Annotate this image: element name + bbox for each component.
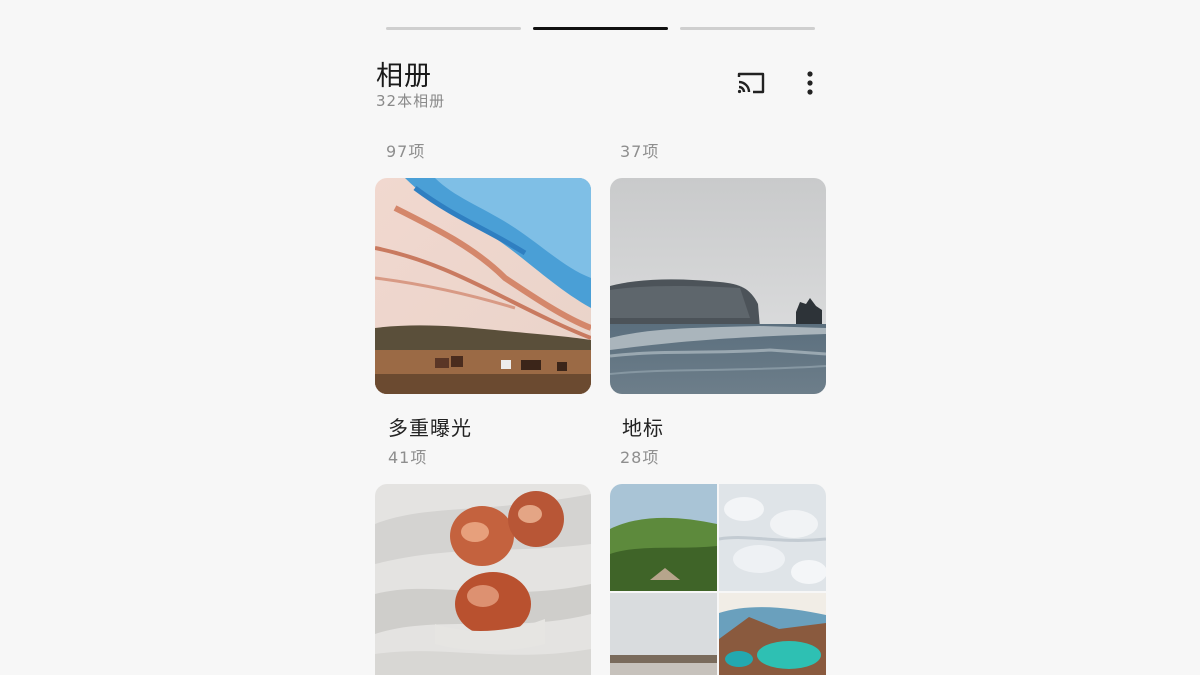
album-count-multiple-exposure: 41项 [388, 448, 428, 467]
landmarks-image [610, 178, 826, 394]
album-count-top-right: 37项 [620, 142, 660, 161]
more-vertical-icon [807, 71, 813, 95]
tab-indicator-2-active[interactable] [533, 27, 668, 30]
mosaic-tile-fog-field [610, 593, 717, 675]
tab-indicator-1[interactable] [386, 27, 521, 30]
album-thumbnail-multiple-exposure[interactable] [375, 178, 591, 394]
album-name-landmarks: 地标 [622, 416, 664, 440]
mosaic-tile-volcano-lake [719, 593, 826, 675]
tab-indicator-3[interactable] [680, 27, 815, 30]
album-thumbnail-peaches[interactable] [375, 484, 591, 675]
mosaic-tile-ice [719, 484, 826, 591]
page-title: 相册 [376, 61, 432, 92]
more-options-button[interactable] [798, 66, 822, 100]
album-mosaic-grid [610, 484, 826, 675]
album-thumbnail-mosaic[interactable] [610, 484, 826, 675]
cast-icon [737, 72, 765, 94]
album-count-top-left: 97项 [386, 142, 426, 161]
page-tab-indicators [386, 27, 816, 31]
album-thumbnail-landmarks[interactable] [610, 178, 826, 394]
mosaic-tile-green-hills [610, 484, 717, 591]
album-count-subtitle: 32本相册 [376, 92, 446, 110]
album-name-multiple-exposure: 多重曝光 [388, 416, 472, 440]
multiple-exposure-image [375, 178, 591, 394]
peaches-image [375, 484, 591, 675]
cast-button[interactable] [734, 68, 768, 98]
album-count-landmarks: 28项 [620, 448, 660, 467]
